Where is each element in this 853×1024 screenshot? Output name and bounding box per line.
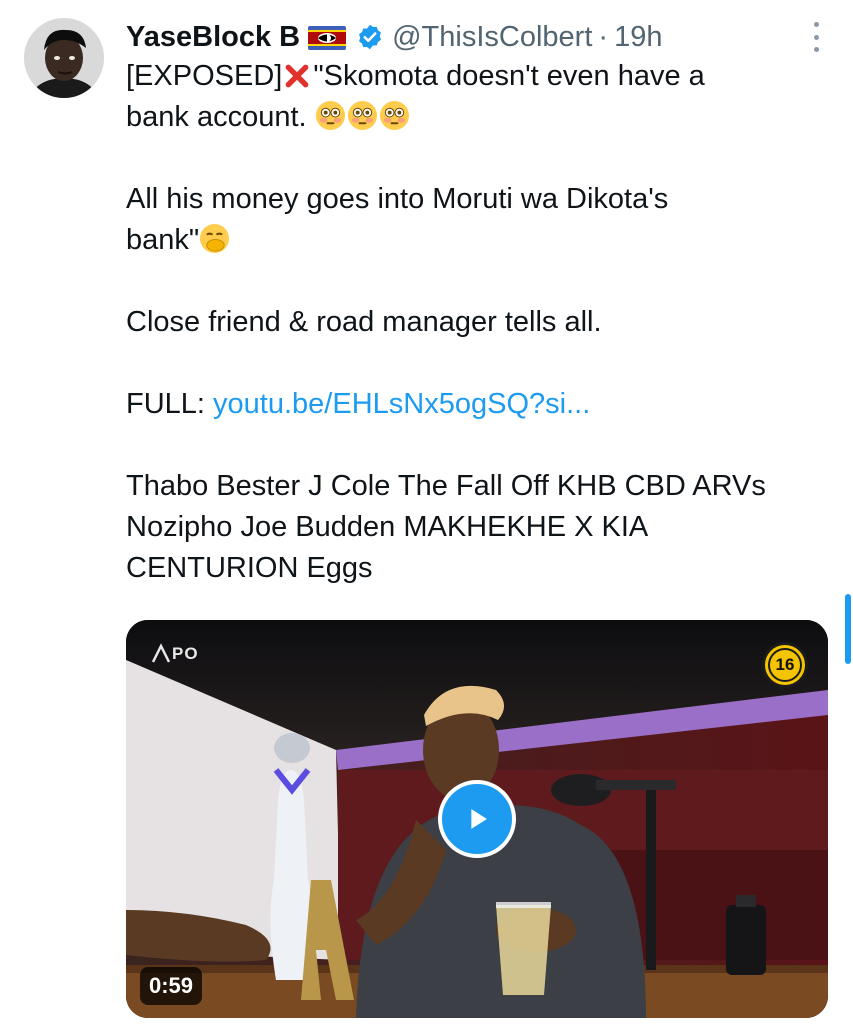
quote-line-2: bank account. bbox=[126, 101, 307, 133]
money-line-2: bank" bbox=[126, 224, 200, 256]
tweet-text: [EXPOSED] "Skomota doesn't even have a ba… bbox=[126, 56, 826, 589]
flushed-face-emoji bbox=[315, 100, 345, 131]
avatar[interactable] bbox=[24, 18, 104, 98]
play-button[interactable] bbox=[438, 780, 516, 858]
tweet-header: YaseBlock B @ThisIsColbert · 19h bbox=[126, 17, 823, 57]
friend-line: Close friend & road manager tells all. bbox=[126, 306, 602, 338]
video-duration: 0:59 bbox=[140, 967, 203, 1005]
separator-dot: · bbox=[598, 20, 609, 53]
video-player[interactable]: PO 16 0:59 bbox=[126, 620, 828, 1018]
paragraph-1: [EXPOSED] "Skomota doesn't even have a ba… bbox=[126, 56, 826, 138]
paragraph-2: All his money goes into Moruti wa Dikota… bbox=[126, 179, 826, 261]
cross-mark-emoji bbox=[285, 64, 309, 88]
flushed-face-emoji bbox=[347, 100, 377, 131]
age-rating-badge: 16 bbox=[762, 642, 808, 688]
paragraph-5: Thabo Bester J Cole The Fall Off KHB CBD… bbox=[126, 466, 826, 589]
eswatini-flag-icon bbox=[308, 25, 347, 50]
timestamp[interactable]: 19h bbox=[614, 21, 662, 54]
flushed-face-emoji bbox=[379, 100, 409, 131]
exposed-tag: [EXPOSED] bbox=[126, 60, 283, 92]
paragraph-4: FULL: youtu.be/EHLsNx5ogSQ?si... bbox=[126, 384, 826, 425]
play-icon bbox=[471, 809, 487, 829]
hashtags-line-3: CENTURION Eggs bbox=[126, 552, 373, 584]
watermark-logo-icon bbox=[151, 643, 171, 663]
author-name[interactable]: YaseBlock B bbox=[126, 21, 300, 54]
quote-line-1: "Skomota doesn't even have a bbox=[313, 60, 705, 92]
author-handle[interactable]: @ThisIsColbert bbox=[392, 21, 592, 54]
paragraph-3: Close friend & road manager tells all. bbox=[126, 302, 826, 343]
youtube-link[interactable]: youtu.be/EHLsNx5ogSQ?si... bbox=[213, 388, 590, 420]
scrollbar[interactable] bbox=[845, 594, 851, 664]
face-with-hand-over-mouth-emoji bbox=[200, 223, 230, 254]
full-label: FULL: bbox=[126, 388, 205, 420]
watermark-text: PO bbox=[172, 644, 199, 663]
money-line-1: All his money goes into Moruti wa Dikota… bbox=[126, 183, 669, 215]
verified-badge-icon bbox=[356, 23, 384, 51]
age-rating-text: 16 bbox=[775, 655, 795, 674]
hashtags-line-2: Nozipho Joe Budden MAKHEKHE X KIA bbox=[126, 511, 649, 543]
flushed-face-emojis bbox=[315, 100, 411, 133]
more-options-icon[interactable] bbox=[811, 22, 821, 52]
channel-watermark: PO bbox=[150, 642, 199, 664]
hashtags-line-1: Thabo Bester J Cole The Fall Off KHB CBD… bbox=[126, 470, 766, 502]
